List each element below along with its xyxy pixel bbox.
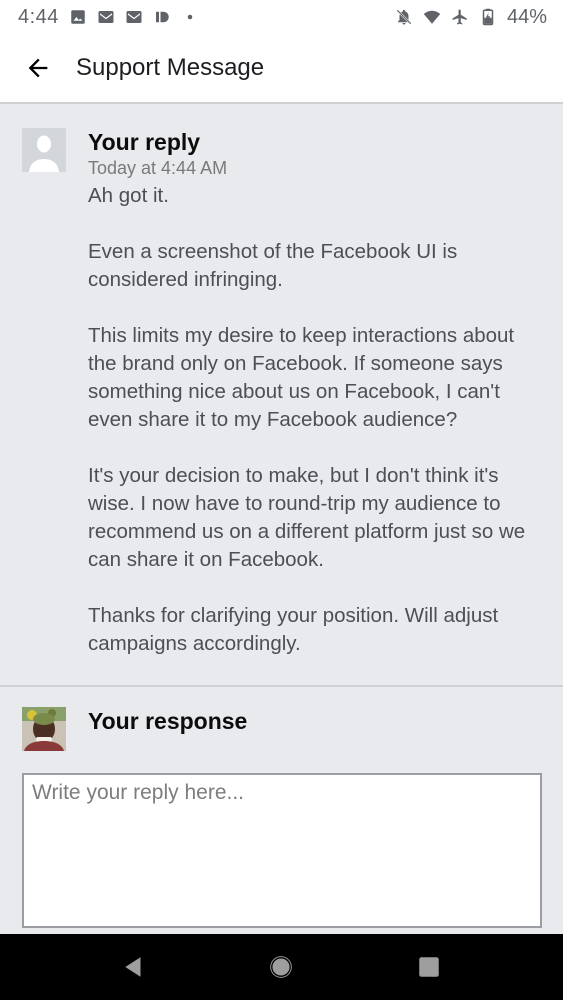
user-photo bbox=[22, 707, 66, 751]
status-time: 4:44 bbox=[18, 5, 59, 28]
back-triangle-icon bbox=[125, 957, 141, 977]
message-paragraph: It's your decision to make, but I don't … bbox=[88, 464, 526, 571]
id-icon bbox=[153, 8, 171, 26]
message-item: Your reply Today at 4:44 AM Ah got it. E… bbox=[0, 106, 563, 686]
reply-input[interactable] bbox=[22, 773, 542, 928]
message-paragraph: This limits my desire to keep interactio… bbox=[88, 324, 515, 431]
message-paragraph: Ah got it. bbox=[88, 184, 169, 207]
dot-icon bbox=[181, 8, 199, 26]
battery-charging-icon bbox=[479, 8, 497, 26]
message-paragraph: Thanks for clarifying your position. Wil… bbox=[88, 604, 499, 655]
gmail-icon bbox=[125, 8, 143, 26]
notifications-off-icon bbox=[395, 8, 413, 26]
airplane-icon bbox=[451, 8, 469, 26]
status-right: 44% bbox=[395, 6, 547, 29]
arrow-left-icon bbox=[28, 58, 48, 78]
page-title: Support Message bbox=[76, 54, 265, 81]
nav-back-button[interactable] bbox=[104, 937, 164, 997]
battery-percent: 44% bbox=[506, 5, 547, 28]
person-silhouette-icon bbox=[22, 128, 66, 172]
recents-square-icon bbox=[419, 957, 439, 977]
message-timestamp: Today at 4:44 AM bbox=[88, 158, 228, 178]
app-bar: Support Message bbox=[0, 34, 563, 104]
status-bar: 4:44 44% bbox=[0, 0, 563, 34]
message-author: Your reply bbox=[88, 129, 201, 155]
home-circle-icon bbox=[270, 956, 293, 978]
wifi-icon bbox=[423, 8, 441, 26]
default-avatar bbox=[22, 128, 66, 172]
gmail-icon bbox=[97, 8, 115, 26]
response-heading: Your response bbox=[88, 708, 248, 734]
message-body: Your reply Today at 4:44 AM Ah got it. E… bbox=[88, 128, 548, 686]
image-icon bbox=[69, 8, 87, 26]
status-left: 4:44 bbox=[18, 6, 199, 29]
nav-recents-button[interactable] bbox=[399, 937, 459, 997]
response-section: Your response bbox=[0, 687, 563, 934]
system-nav-bar bbox=[0, 934, 563, 1000]
back-button[interactable] bbox=[0, 33, 76, 103]
nav-home-button[interactable] bbox=[251, 937, 311, 997]
message-paragraph: Even a screenshot of the Facebook UI is … bbox=[88, 240, 458, 291]
user-avatar bbox=[22, 707, 66, 751]
